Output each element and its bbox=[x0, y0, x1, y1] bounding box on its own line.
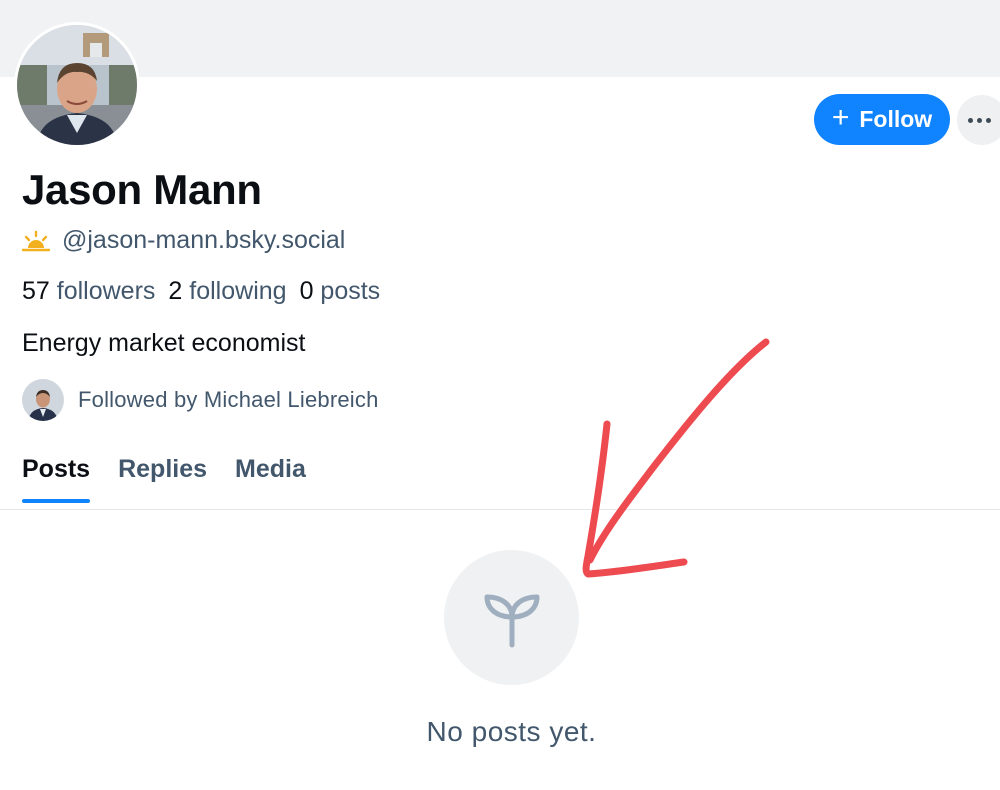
following-stat[interactable]: 2 following bbox=[168, 277, 286, 306]
following-count: 2 bbox=[168, 277, 183, 305]
tabs-divider bbox=[0, 509, 1000, 510]
posts-count: 0 bbox=[299, 277, 314, 305]
follow-button-label: Follow bbox=[859, 106, 933, 132]
followers-label: followers bbox=[56, 277, 156, 305]
empty-state-message: No posts yet. bbox=[426, 716, 597, 747]
follow-button[interactable]: + Follow bbox=[814, 94, 950, 145]
seedling-icon bbox=[484, 594, 539, 647]
profile-avatar[interactable] bbox=[14, 22, 140, 148]
profile-banner bbox=[0, 0, 1000, 77]
display-name: Jason Mann bbox=[22, 166, 262, 213]
follower-avatar bbox=[22, 379, 64, 421]
tab-replies[interactable]: Replies bbox=[118, 455, 207, 502]
profile-handle[interactable]: @jason-mann.bsky.social bbox=[62, 226, 345, 255]
tab-posts[interactable]: Posts bbox=[22, 455, 91, 503]
plus-icon: + bbox=[831, 101, 850, 134]
posts-label: posts bbox=[320, 277, 381, 305]
empty-state-icon-circle bbox=[444, 550, 579, 685]
followed-by-text: Followed by Michael Liebreich bbox=[78, 387, 379, 412]
following-label: following bbox=[189, 277, 287, 305]
profile-bio: Energy market economist bbox=[22, 329, 306, 357]
profile-tabs: Posts Replies Media bbox=[22, 455, 306, 503]
more-options-button[interactable] bbox=[957, 95, 1000, 145]
posts-stat: 0 posts bbox=[300, 277, 381, 306]
ellipsis-icon bbox=[967, 117, 991, 123]
followers-count: 57 bbox=[22, 277, 50, 305]
sunrise-icon bbox=[22, 230, 50, 251]
profile-stats: 57 followers 2 following 0 posts bbox=[22, 277, 380, 306]
followers-stat[interactable]: 57 followers bbox=[22, 277, 155, 306]
profile-photo bbox=[17, 25, 137, 145]
followed-by-row[interactable]: Followed by Michael Liebreich bbox=[22, 379, 379, 421]
handle-row: @jason-mann.bsky.social bbox=[22, 226, 345, 255]
tab-media[interactable]: Media bbox=[235, 455, 306, 502]
